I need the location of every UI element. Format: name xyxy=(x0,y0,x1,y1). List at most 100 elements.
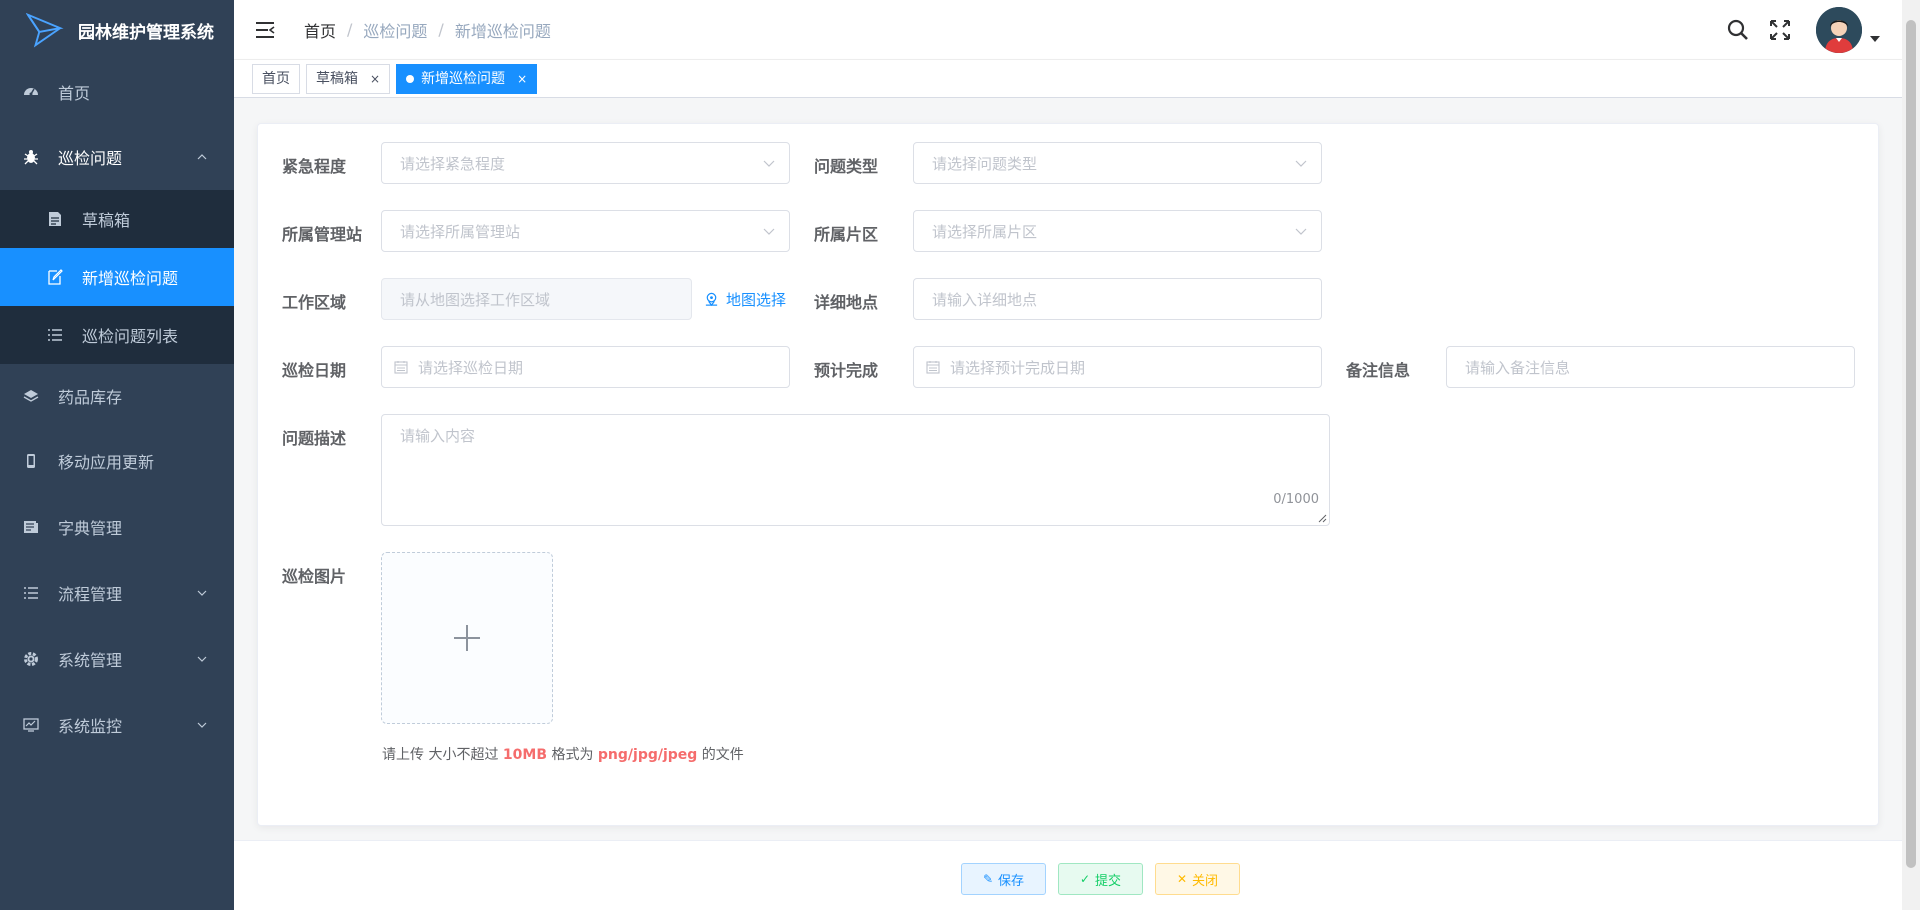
calendar-icon xyxy=(394,361,408,374)
tag-new-inspection[interactable]: 新增巡检问题 × xyxy=(396,63,538,94)
navbar-right xyxy=(1726,0,1902,60)
chevron-down-icon xyxy=(197,590,207,596)
save-button[interactable]: ✎ 保存 xyxy=(961,863,1046,895)
urgency-select[interactable]: 请选择紧急程度 xyxy=(381,142,790,184)
chevron-down-icon xyxy=(1295,228,1307,235)
work-area-label: 工作区域 xyxy=(282,293,347,312)
tags-view: 首页 草稿箱 × 新增巡检问题 × xyxy=(234,60,1902,98)
submit-button[interactable]: ✓ 提交 xyxy=(1058,863,1143,895)
logo-icon xyxy=(26,12,64,48)
sidebar-item-label: 首页 xyxy=(58,84,91,103)
list-icon xyxy=(22,584,40,602)
sidebar-item-inspection-list[interactable]: 巡检问题列表 xyxy=(0,306,234,364)
navbar: 首页 / 巡检问题 / 新增巡检问题 xyxy=(234,0,1902,60)
sidebar-item-drafts[interactable]: 草稿箱 xyxy=(0,190,234,248)
sidebar-item-medicine-stock[interactable]: 药品库存 xyxy=(0,364,234,428)
hamburger-icon[interactable] xyxy=(254,19,276,41)
close-button[interactable]: ✕ 关闭 xyxy=(1155,863,1240,895)
sidebar-item-label: 系统监控 xyxy=(58,717,123,736)
sidebar-item-inspection[interactable]: 巡检问题 xyxy=(0,124,234,190)
problem-type-placeholder: 请选择问题类型 xyxy=(932,154,1038,173)
char-counter: 0/1000 xyxy=(1273,492,1319,507)
breadcrumb: 首页 / 巡检问题 / 新增巡检问题 xyxy=(304,18,551,42)
active-dot xyxy=(406,74,415,83)
tag-label: 新增巡检问题 xyxy=(421,70,506,87)
upload-hint-format-text: 格式为 xyxy=(547,747,598,763)
sidebar-item-label: 巡检问题列表 xyxy=(82,327,179,346)
dashboard-icon xyxy=(22,83,40,101)
document-icon xyxy=(46,210,64,228)
sidebar-item-monitor[interactable]: 系统监控 xyxy=(0,692,234,758)
resize-handle-icon[interactable] xyxy=(1317,513,1327,523)
close-icon[interactable]: × xyxy=(517,65,527,93)
description-textarea[interactable]: 请输入内容 0/1000 xyxy=(381,414,1330,526)
sidebar-item-label: 系统管理 xyxy=(58,651,123,670)
gear-icon xyxy=(22,650,40,668)
work-area-placeholder: 请从地图选择工作区域 xyxy=(400,290,551,309)
edit-icon: ✎ xyxy=(982,872,994,886)
expected-date-label: 预计完成 xyxy=(814,361,879,380)
chevron-down-icon xyxy=(197,656,207,662)
tag-label: 首页 xyxy=(262,70,290,87)
remark-label: 备注信息 xyxy=(1346,361,1411,380)
phone-icon xyxy=(22,452,40,470)
close-icon[interactable]: × xyxy=(370,65,380,93)
edit-icon xyxy=(46,268,64,286)
urgency-placeholder: 请选择紧急程度 xyxy=(400,154,506,173)
caret-down-icon[interactable] xyxy=(1870,36,1880,42)
sidebar-item-system[interactable]: 系统管理 xyxy=(0,626,234,692)
location-pin-icon xyxy=(705,292,718,307)
tag-drafts[interactable]: 草稿箱 × xyxy=(306,63,391,94)
breadcrumb-home[interactable]: 首页 xyxy=(304,18,336,42)
problem-type-select[interactable]: 请选择问题类型 xyxy=(913,142,1322,184)
inspect-date-placeholder: 请选择巡检日期 xyxy=(418,358,524,377)
sidebar-item-label: 新增巡检问题 xyxy=(82,269,179,288)
breadcrumb-separator: / xyxy=(347,20,353,39)
search-icon[interactable] xyxy=(1726,18,1750,42)
station-select[interactable]: 请选择所属管理站 xyxy=(381,210,790,252)
sidebar-item-label: 草稿箱 xyxy=(82,211,131,230)
district-select[interactable]: 请选择所属片区 xyxy=(913,210,1322,252)
chevron-up-icon xyxy=(197,154,207,160)
sidebar-item-app-update[interactable]: 移动应用更新 xyxy=(0,428,234,494)
chevron-down-icon xyxy=(763,228,775,235)
sidebar-item-process[interactable]: 流程管理 xyxy=(0,560,234,626)
expected-date-placeholder: 请选择预计完成日期 xyxy=(950,358,1086,377)
expected-date-picker[interactable]: 请选择预计完成日期 xyxy=(913,346,1322,388)
description-placeholder: 请输入内容 xyxy=(400,427,476,445)
breadcrumb-separator: / xyxy=(438,20,444,39)
scrollbar-thumb[interactable] xyxy=(1906,20,1916,868)
sidebar-item-home[interactable]: 首页 xyxy=(0,60,234,124)
avatar[interactable] xyxy=(1816,7,1862,53)
image-upload[interactable] xyxy=(381,552,553,724)
save-label: 保存 xyxy=(998,873,1025,889)
app-logo[interactable]: 园林维护管理系统 xyxy=(0,0,234,60)
breadcrumb-current: 新增巡检问题 xyxy=(454,21,551,41)
upload-hint-prefix: 请上传 xyxy=(382,747,424,763)
close-icon: ✕ xyxy=(1176,872,1188,886)
remark-placeholder: 请输入备注信息 xyxy=(1465,358,1571,377)
tag-home[interactable]: 首页 xyxy=(252,63,300,94)
form-card: 紧急程度 请选择紧急程度 问题类型 请选择问题类型 所属管理站 请选择所属管理站… xyxy=(257,123,1879,826)
bug-icon xyxy=(22,148,40,166)
description-label: 问题描述 xyxy=(282,429,347,448)
detail-address-placeholder: 请输入详细地点 xyxy=(932,290,1038,309)
map-select-button[interactable]: 地图选择 xyxy=(704,289,786,310)
inspect-date-picker[interactable]: 请选择巡检日期 xyxy=(381,346,790,388)
fullscreen-icon[interactable] xyxy=(1768,18,1792,42)
sidebar-item-new-inspection[interactable]: 新增巡检问题 xyxy=(0,248,234,306)
sidebar-item-label: 字典管理 xyxy=(58,519,123,538)
breadcrumb-inspection: 巡检问题 xyxy=(363,21,428,41)
urgency-label: 紧急程度 xyxy=(282,157,347,176)
chevron-down-icon xyxy=(763,160,775,167)
inspect-date-label: 巡检日期 xyxy=(282,361,347,380)
sidebar-item-dict[interactable]: 字典管理 xyxy=(0,494,234,560)
remark-input[interactable]: 请输入备注信息 xyxy=(1446,346,1855,388)
dict-icon xyxy=(22,518,40,536)
tag-label: 草稿箱 xyxy=(316,70,358,87)
detail-address-input[interactable]: 请输入详细地点 xyxy=(913,278,1322,320)
district-placeholder: 请选择所属片区 xyxy=(932,222,1038,241)
monitor-icon xyxy=(22,716,40,734)
page-scrollbar[interactable] xyxy=(1902,0,1920,910)
submenu-inspection: 草稿箱 新增巡检问题 巡检问题列表 xyxy=(0,190,234,364)
